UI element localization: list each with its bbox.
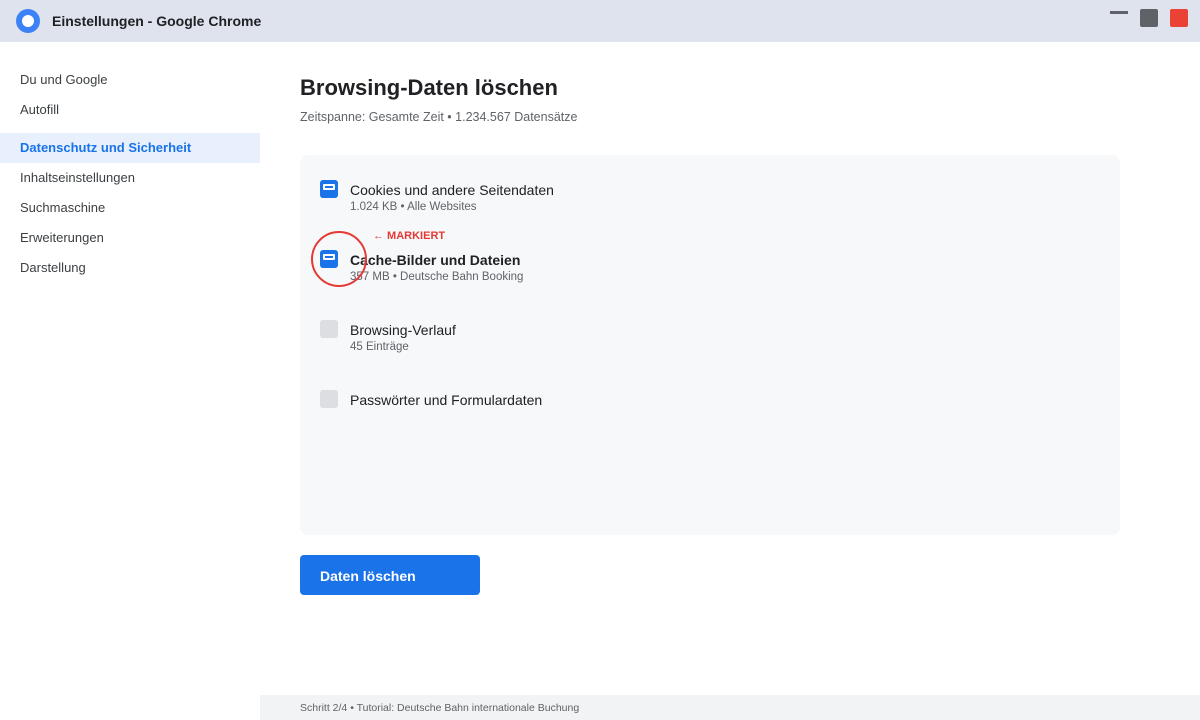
browsing-history-meta: 45 Einträge	[350, 341, 409, 353]
close-icon[interactable]	[1170, 9, 1188, 27]
browsing-history-checkbox[interactable]	[320, 320, 338, 338]
maximize-icon[interactable]	[1140, 9, 1158, 27]
passwords-checkbox[interactable]	[320, 390, 338, 408]
delete-data-button[interactable]: Daten löschen	[300, 555, 480, 595]
sidebar-item-suchmaschine[interactable]: Suchmaschine	[0, 193, 260, 223]
sidebar-item-du-und-google[interactable]: Du und Google	[0, 65, 260, 95]
page-subtitle: Zeitspanne: Gesamte Zeit • 1.234.567 Dat…	[300, 110, 578, 124]
passwords-label: Passwörter und Formulardaten	[350, 392, 543, 408]
sidebar-item-inhaltseinstellungen[interactable]: Inhaltseinstellungen	[0, 163, 260, 193]
cache-meta: 357 MB • Deutsche Bahn Booking	[350, 271, 524, 283]
window-title: Einstellungen - Google Chrome	[52, 13, 262, 29]
footer-text: Schritt 2/4 • Tutorial: Deutsche Bahn in…	[300, 702, 580, 714]
page-title: Browsing-Daten löschen	[300, 75, 558, 100]
annotation-label: ← MARKIERT	[373, 230, 446, 242]
cookies-checkbox[interactable]	[320, 180, 338, 198]
cookies-label: Cookies und andere Seitendaten	[350, 182, 554, 198]
browsing-history-label: Browsing-Verlauf	[350, 322, 456, 338]
settings-sidebar: Du und Google Autofill Datenschutz und S…	[0, 42, 260, 720]
tutorial-footer: Schritt 2/4 • Tutorial: Deutsche Bahn in…	[260, 695, 1200, 720]
cache-label: Cache-Bilder und Dateien	[350, 252, 521, 268]
sidebar-item-autofill[interactable]: Autofill	[0, 95, 260, 125]
sidebar-item-darstellung[interactable]: Darstellung	[0, 253, 260, 283]
annotation-circle	[311, 231, 367, 287]
sidebar-item-datenschutz[interactable]: Datenschutz und Sicherheit	[0, 133, 260, 163]
chrome-logo-icon	[16, 9, 40, 33]
sidebar-item-erweiterungen[interactable]: Erweiterungen	[0, 223, 260, 253]
minimize-icon[interactable]	[1110, 11, 1128, 14]
cookies-meta: 1.024 KB • Alle Websites	[350, 201, 477, 213]
title-bar: Einstellungen - Google Chrome	[0, 0, 1200, 42]
